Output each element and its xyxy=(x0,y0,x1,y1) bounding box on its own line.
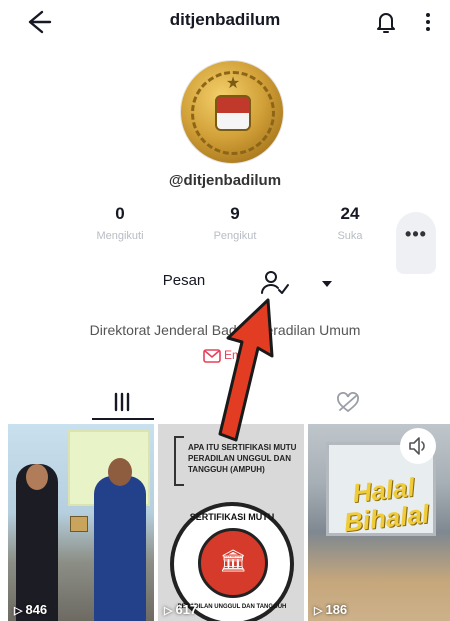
view-count: ▷ 617 xyxy=(164,602,197,617)
play-icon: ▷ xyxy=(314,605,323,617)
more-vertical-icon[interactable] xyxy=(418,8,438,36)
play-icon: ▷ xyxy=(14,605,23,617)
stat-followers-label: Pengikut xyxy=(213,230,257,242)
star-icon: ★ xyxy=(225,75,241,92)
stat-following[interactable]: 0 Mengikuti xyxy=(70,204,170,242)
caption-bracket xyxy=(174,436,184,486)
stat-likes-value: 24 xyxy=(340,204,360,223)
stat-likes-label: Suka xyxy=(337,230,363,242)
person-head xyxy=(108,458,132,486)
active-tab-indicator xyxy=(92,418,154,420)
caret-down-icon[interactable] xyxy=(318,276,336,292)
message-button[interactable]: Pesan xyxy=(150,272,218,296)
stat-followers-value: 9 xyxy=(230,204,240,223)
view-count: ▷ 846 xyxy=(14,602,47,617)
seal-emblem: 🏛 xyxy=(198,528,268,598)
view-count-value: 617 xyxy=(175,602,198,617)
stat-following-label: Mengikuti xyxy=(96,230,144,242)
video-caption: APA ITU SERTIFIKASI MUTU PERADILAN UNGGU… xyxy=(188,443,297,474)
seal-top-text: SERTIFIKASI MUTU xyxy=(189,512,275,522)
person-head xyxy=(26,464,48,490)
video-thumbnail[interactable]: ▷ 846 xyxy=(8,424,154,621)
annotation-arrow-icon xyxy=(190,294,280,444)
bell-icon[interactable] xyxy=(372,8,400,36)
person-figure xyxy=(94,476,146,621)
view-count-value: 186 xyxy=(325,602,348,617)
award-plaque xyxy=(70,516,88,532)
grid-tab-icon[interactable] xyxy=(106,390,138,414)
avatar[interactable]: ★ xyxy=(180,60,284,164)
courthouse-icon: 🏛 xyxy=(219,548,247,573)
speaker-icon[interactable] xyxy=(400,428,436,464)
view-count: ▷ 186 xyxy=(314,602,347,617)
stat-following-value: 0 xyxy=(115,204,125,223)
more-options-button[interactable]: ••• xyxy=(396,212,436,274)
video-thumbnail[interactable]: Halal Bihalal ▷ 186 xyxy=(308,424,450,621)
video-banner: Halal Bihalal xyxy=(342,471,431,538)
stat-likes[interactable]: 24 Suka xyxy=(300,204,400,242)
view-count-value: 846 xyxy=(25,602,48,617)
more-horizontal-icon: ••• xyxy=(405,224,427,244)
liked-hidden-tab-icon[interactable] xyxy=(334,392,362,414)
stat-followers[interactable]: 9 Pengikut xyxy=(185,204,285,242)
profile-handle: @ditjenbadilum xyxy=(168,172,282,189)
play-icon: ▷ xyxy=(164,605,173,617)
top-bar: ditjenbadilum xyxy=(0,0,450,44)
video-thumbnail[interactable]: APA ITU SERTIFIKASI MUTU PERADILAN UNGGU… xyxy=(158,424,304,621)
emblem-shield-icon xyxy=(215,95,251,131)
